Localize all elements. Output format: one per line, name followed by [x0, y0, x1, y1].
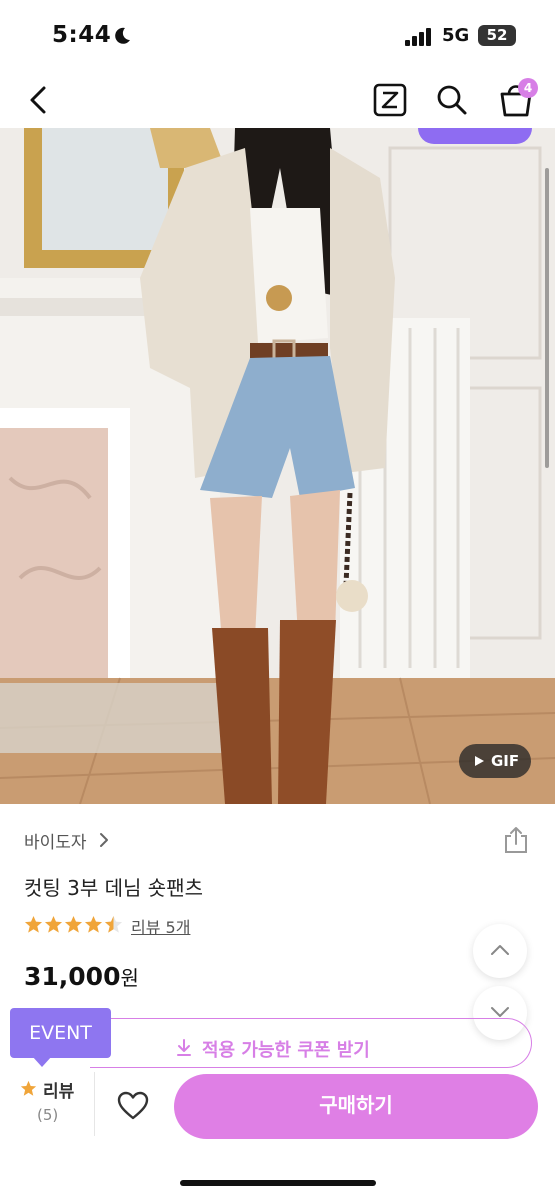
product-title: 컷팅 3부 데님 숏팬츠 [24, 876, 203, 900]
network-label: 5G [442, 25, 470, 46]
chevron-up-icon [491, 945, 509, 955]
divider [94, 1072, 95, 1136]
chevron-right-icon[interactable] [98, 832, 110, 848]
product-image[interactable]: GIF [0, 128, 555, 804]
buy-button[interactable]: 구매하기 [174, 1074, 538, 1139]
price-unit: 원 [120, 966, 139, 990]
scroll-indicator [545, 168, 549, 468]
share-icon[interactable] [503, 826, 529, 854]
gif-badge[interactable]: GIF [459, 744, 531, 778]
cart-count-badge: 4 [518, 78, 538, 98]
heart-icon[interactable] [117, 1091, 149, 1121]
moon-icon [115, 27, 130, 44]
app-header [0, 72, 555, 128]
search-icon[interactable] [430, 78, 474, 122]
review-count[interactable]: (5) [37, 1106, 58, 1124]
rating-stars [24, 915, 123, 937]
battery-indicator: 52 [478, 25, 516, 46]
z-box-icon[interactable] [368, 78, 412, 122]
star-icon [84, 915, 103, 933]
download-arrow-icon [177, 1039, 191, 1056]
status-time: 5:44 [52, 22, 112, 48]
back-arrow-icon[interactable] [16, 78, 60, 122]
event-tag: EVENT [10, 1008, 111, 1058]
star-icon [44, 915, 63, 933]
play-icon [475, 756, 484, 766]
scroll-up-button[interactable] [473, 924, 527, 978]
brand-name[interactable]: 바이도자 [24, 828, 87, 853]
chevron-down-icon [491, 1007, 509, 1017]
review-count-link[interactable]: 리뷰 5개 [131, 914, 190, 938]
home-indicator [180, 1180, 376, 1186]
product-photo-illustration [0, 128, 555, 804]
review-label[interactable]: 리뷰 [43, 1077, 74, 1102]
signal-icon [405, 28, 431, 46]
coupon-label[interactable]: 적용 가능한 쿠폰 받기 [202, 1036, 370, 1062]
status-bar: 5:44 5G 52 [0, 0, 555, 72]
gif-label: GIF [491, 752, 520, 770]
star-icon [24, 915, 43, 933]
product-price: 31,000원 [24, 962, 139, 991]
event-tag-pointer [32, 1056, 52, 1067]
star-icon [20, 1080, 37, 1096]
half-star-icon [104, 915, 123, 933]
star-icon [64, 915, 83, 933]
top-overlay-pill [418, 128, 532, 144]
price-amount: 31,000 [24, 962, 121, 991]
